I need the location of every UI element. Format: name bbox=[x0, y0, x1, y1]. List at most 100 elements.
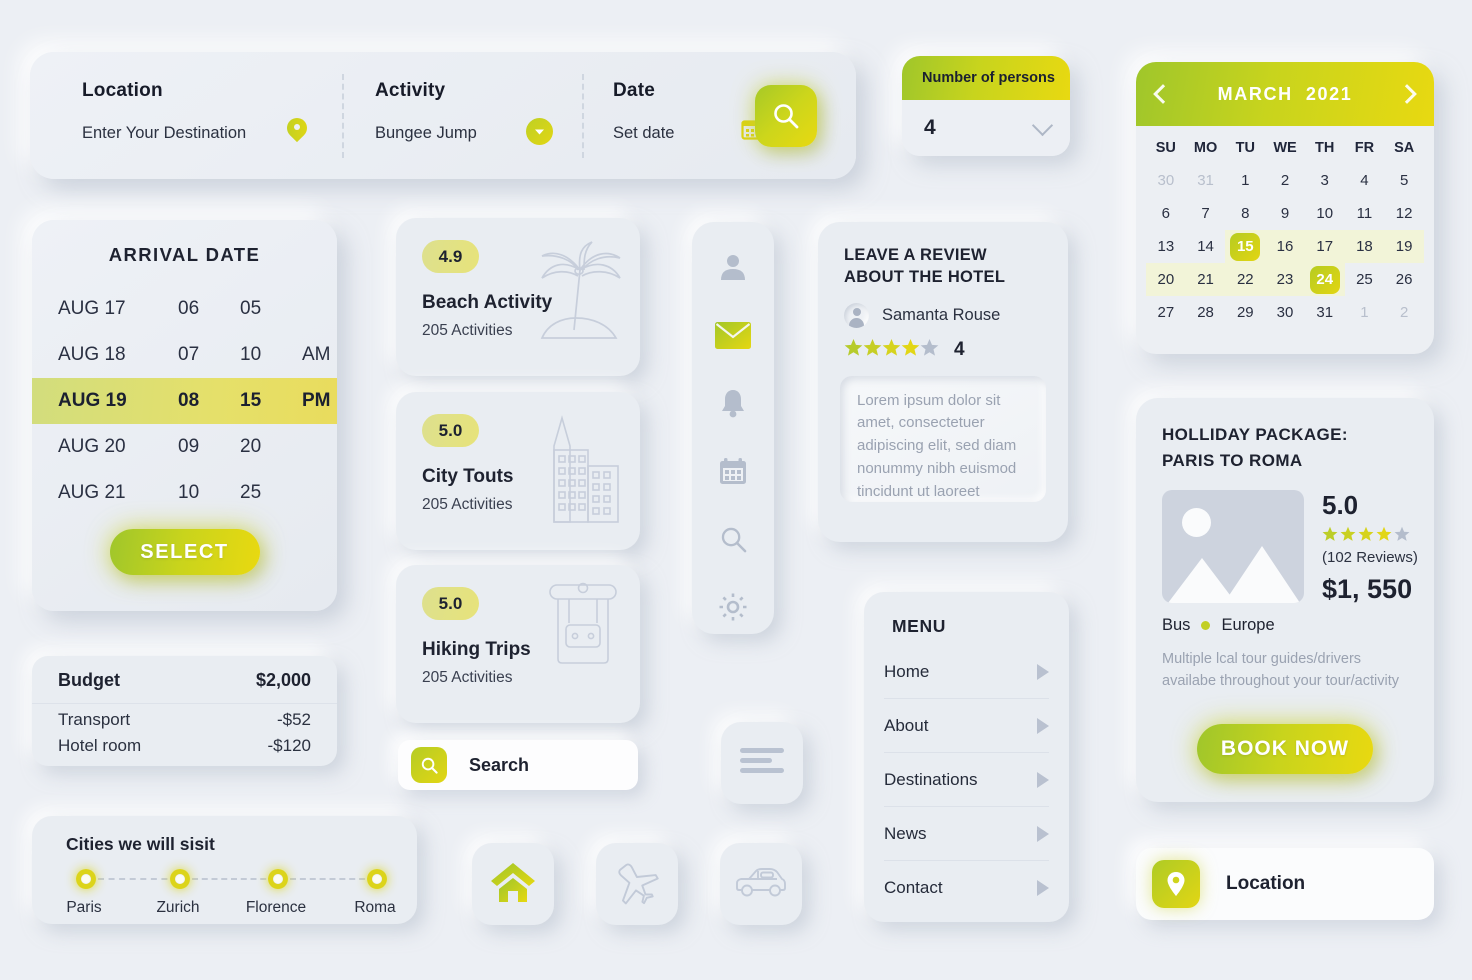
calendar-day[interactable]: 7 bbox=[1186, 197, 1226, 230]
arrival-minute: 10 bbox=[240, 344, 262, 365]
calendar-day[interactable]: 11 bbox=[1345, 197, 1385, 230]
timeline-dot[interactable] bbox=[76, 869, 96, 889]
calendar-day[interactable]: 9 bbox=[1265, 197, 1305, 230]
calendar-day[interactable]: 22 bbox=[1225, 263, 1266, 296]
search-icon[interactable] bbox=[411, 747, 447, 783]
calendar-day[interactable]: 3 bbox=[1305, 164, 1345, 197]
gear-icon[interactable] bbox=[713, 588, 753, 626]
star-icon bbox=[920, 338, 939, 356]
search-label: Search bbox=[469, 754, 530, 775]
package-reviews: (102 Reviews) bbox=[1322, 549, 1418, 566]
chevron-down-circle-icon[interactable] bbox=[526, 118, 553, 145]
calendar-day[interactable]: 5 bbox=[1384, 164, 1424, 197]
arrival-minute: 20 bbox=[240, 436, 262, 457]
calendar-day[interactable]: 19 bbox=[1384, 230, 1424, 263]
calendar-day[interactable]: 10 bbox=[1305, 197, 1345, 230]
activity-card-hiking[interactable]: 5.0 Hiking Trips 205 Activities bbox=[396, 565, 640, 723]
search-icon[interactable] bbox=[713, 520, 753, 558]
number-of-persons-select[interactable]: Number of persons 4 bbox=[902, 56, 1070, 156]
chevron-down-icon[interactable] bbox=[1031, 114, 1054, 136]
arrival-date-row[interactable]: AUG 18 07 10 AM bbox=[32, 332, 337, 378]
timeline-connector bbox=[98, 878, 178, 880]
calendar-day[interactable]: 4 bbox=[1345, 164, 1385, 197]
arrival-date-rows[interactable]: AUG 17 06 05 AUG 18 07 10 AM AUG 19 08 15 PM AUG 20… bbox=[32, 286, 337, 516]
calendar-day[interactable]: 26 bbox=[1384, 263, 1424, 296]
search-field-location[interactable]: Location Enter Your Destination bbox=[82, 80, 307, 145]
cities-timeline: Cities we will sisit Paris Zurich Florence… bbox=[32, 816, 417, 924]
menu-item-news[interactable]: News bbox=[884, 807, 1049, 861]
arrival-hour: 08 bbox=[178, 390, 200, 411]
calendar-day[interactable]: 28 bbox=[1186, 296, 1226, 329]
calendar-day[interactable]: 25 bbox=[1345, 263, 1385, 296]
airplane-button[interactable] bbox=[596, 843, 678, 925]
package-star-rating bbox=[1322, 526, 1418, 542]
select-button[interactable]: SELECT bbox=[109, 529, 260, 575]
search-submit-button[interactable] bbox=[755, 85, 817, 147]
calendar-day[interactable]: 31 bbox=[1186, 164, 1226, 197]
calendar-day[interactable]: 18 bbox=[1344, 230, 1385, 263]
calendar-day[interactable]: 2 bbox=[1384, 296, 1424, 329]
search-field-activity[interactable]: Activity Bungee Jump bbox=[375, 80, 553, 145]
chevron-right-icon[interactable] bbox=[1397, 84, 1417, 104]
calendar-day[interactable]: 6 bbox=[1146, 197, 1186, 230]
calendar-day[interactable]: 21 bbox=[1185, 263, 1226, 296]
calendar-day[interactable]: 15 bbox=[1225, 230, 1266, 263]
calendar-day[interactable]: 23 bbox=[1265, 263, 1305, 296]
timeline-dot[interactable] bbox=[268, 869, 288, 889]
calendar-dow: SU bbox=[1155, 140, 1176, 156]
arrival-date-row[interactable]: AUG 17 06 05 bbox=[32, 286, 337, 332]
arrival-date-row[interactable]: AUG 19 08 15 PM bbox=[32, 378, 337, 424]
menu-item-contact[interactable]: Contact bbox=[884, 861, 1049, 915]
location-value: Enter Your Destination bbox=[82, 124, 247, 142]
star-icon bbox=[1394, 526, 1410, 541]
activity-value: Bungee Jump bbox=[375, 124, 477, 142]
cities-title: Cities we will sisit bbox=[66, 834, 215, 854]
review-text-area[interactable]: Lorem ipsum dolor sit amet, consectetuer… bbox=[840, 375, 1046, 502]
calendar-day[interactable]: 1 bbox=[1225, 164, 1265, 197]
calendar-day[interactable]: 2 bbox=[1265, 164, 1305, 197]
timeline-dot[interactable] bbox=[367, 869, 387, 889]
calendar-day[interactable]: 17 bbox=[1304, 230, 1345, 263]
envelope-icon[interactable] bbox=[713, 316, 753, 354]
car-button[interactable] bbox=[720, 843, 802, 925]
book-now-button[interactable]: BOOK NOW bbox=[1197, 724, 1373, 774]
list-button[interactable] bbox=[721, 722, 803, 804]
persons-value-row[interactable]: 4 bbox=[902, 100, 1070, 156]
calendar-day[interactable]: 31 bbox=[1305, 296, 1345, 329]
calendar-day[interactable]: 30 bbox=[1146, 164, 1186, 197]
search-input-field[interactable]: Search bbox=[398, 740, 638, 790]
calendar-day[interactable]: 13 bbox=[1146, 230, 1186, 263]
review-star-rating[interactable]: 4 bbox=[818, 328, 1068, 362]
arrival-date-row[interactable]: AUG 20 09 20 bbox=[32, 424, 337, 470]
arrival-date-row[interactable]: AUG 21 10 25 bbox=[32, 470, 337, 516]
calendar-day[interactable]: 30 bbox=[1265, 296, 1305, 329]
palm-tree-icon bbox=[534, 240, 626, 351]
review-user: Samanta Rouse bbox=[818, 289, 1068, 328]
menu-item-destinations[interactable]: Destinations bbox=[884, 753, 1049, 807]
bell-icon[interactable] bbox=[713, 384, 753, 422]
calendar-day[interactable]: 16 bbox=[1265, 230, 1305, 263]
menu-item-list[interactable]: Home About Destinations News Contact bbox=[864, 645, 1069, 915]
calendar-day[interactable]: 1 bbox=[1345, 296, 1385, 329]
search-field-date[interactable]: Date Set date bbox=[613, 80, 763, 145]
timeline-dot[interactable] bbox=[170, 869, 190, 889]
chevron-left-icon[interactable] bbox=[1153, 84, 1173, 104]
calendar-day[interactable]: 24 bbox=[1304, 263, 1345, 296]
activity-card-beach[interactable]: 4.9 Beach Activity 205 Activities bbox=[396, 218, 640, 376]
calendar-day-grid[interactable]: 30 31 1 2 3 4 5 6 7 8 9 10 11 12 13 14 15 16 17 18 19 20 21 22 2… bbox=[1136, 160, 1434, 341]
user-icon[interactable] bbox=[713, 248, 753, 286]
home-button[interactable] bbox=[472, 843, 554, 925]
activity-card-city[interactable]: 5.0 City Touts 205 Activities bbox=[396, 392, 640, 550]
calendar-day[interactable]: 12 bbox=[1384, 197, 1424, 230]
calendar-day[interactable]: 20 bbox=[1146, 263, 1186, 296]
calendar-icon[interactable] bbox=[713, 452, 753, 490]
menu-item-home[interactable]: Home bbox=[884, 645, 1049, 699]
calendar-day[interactable]: 29 bbox=[1225, 296, 1265, 329]
activity-title: City Touts bbox=[422, 466, 514, 487]
menu-item-about[interactable]: About bbox=[884, 699, 1049, 753]
calendar-day[interactable]: 14 bbox=[1186, 230, 1226, 263]
location-button[interactable]: Location bbox=[1136, 848, 1434, 920]
divider bbox=[342, 74, 344, 158]
calendar-day[interactable]: 8 bbox=[1225, 197, 1265, 230]
calendar-day[interactable]: 27 bbox=[1146, 296, 1186, 329]
